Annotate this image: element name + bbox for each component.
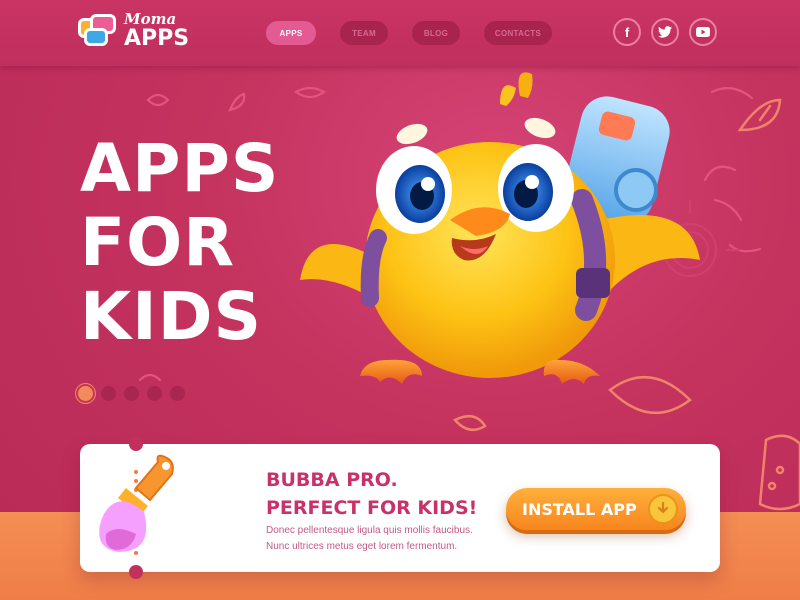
hero-line-3: KIDS [80, 278, 263, 355]
slider-dot-5[interactable] [170, 386, 185, 401]
nav-item-apps[interactable]: APPS [266, 21, 316, 45]
page: Moma APPS APPS TEAM BLOG CONTACTS f APPS… [0, 0, 800, 600]
nav-item-team[interactable]: TEAM [340, 21, 388, 45]
youtube-play-icon [696, 27, 710, 37]
hero-line-1: APPS [80, 130, 280, 207]
install-app-label: INSTALL APP [522, 499, 637, 519]
chick-mascot-illustration [300, 72, 700, 384]
twitter-bird-icon [658, 26, 672, 38]
facebook-icon[interactable]: f [613, 18, 641, 46]
youtube-icon[interactable] [689, 18, 717, 46]
brand-logo[interactable]: Moma APPS [78, 8, 190, 54]
install-app-button[interactable]: INSTALL APP [506, 488, 686, 530]
download-icon [648, 494, 678, 524]
paintbrush-icon [99, 454, 174, 552]
ticket-notch-top [129, 437, 143, 451]
main-nav: APPS TEAM BLOG CONTACTS [266, 21, 552, 45]
facebook-glyph: f [624, 24, 630, 40]
brand-name-line2: APPS [124, 26, 190, 51]
slider-dot-2[interactable] [101, 386, 116, 401]
slider-dot-4[interactable] [147, 386, 162, 401]
top-header: Moma APPS APPS TEAM BLOG CONTACTS f [0, 0, 800, 66]
slider-dot-3[interactable] [124, 386, 139, 401]
slider-dots [78, 386, 185, 401]
promo-title-line1: BUBBA PRO. [266, 469, 398, 491]
promo-description: Donec pellentesque ligula quis mollis fa… [266, 523, 473, 555]
logo-icon [78, 14, 120, 48]
nav-item-blog[interactable]: BLOG [412, 21, 460, 45]
ticket-notch-bottom [129, 565, 143, 579]
hero-headline: APPS FOR KIDS [80, 132, 279, 354]
promo-title-line2: PERFECT FOR KIDS! [266, 497, 478, 519]
slider-dot-1[interactable] [78, 386, 93, 401]
nav-item-contacts[interactable]: CONTACTS [484, 21, 552, 45]
social-links: f [613, 18, 717, 46]
promo-title: BUBBA PRO. PERFECT FOR KIDS! [266, 466, 477, 522]
hero-line-2: FOR [80, 204, 236, 281]
twitter-icon[interactable] [651, 18, 679, 46]
promo-desc-line2: Nunc ultrices metus eget lorem fermentum… [266, 541, 458, 552]
promo-desc-line1: Donec pellentesque ligula quis mollis fa… [266, 525, 473, 536]
